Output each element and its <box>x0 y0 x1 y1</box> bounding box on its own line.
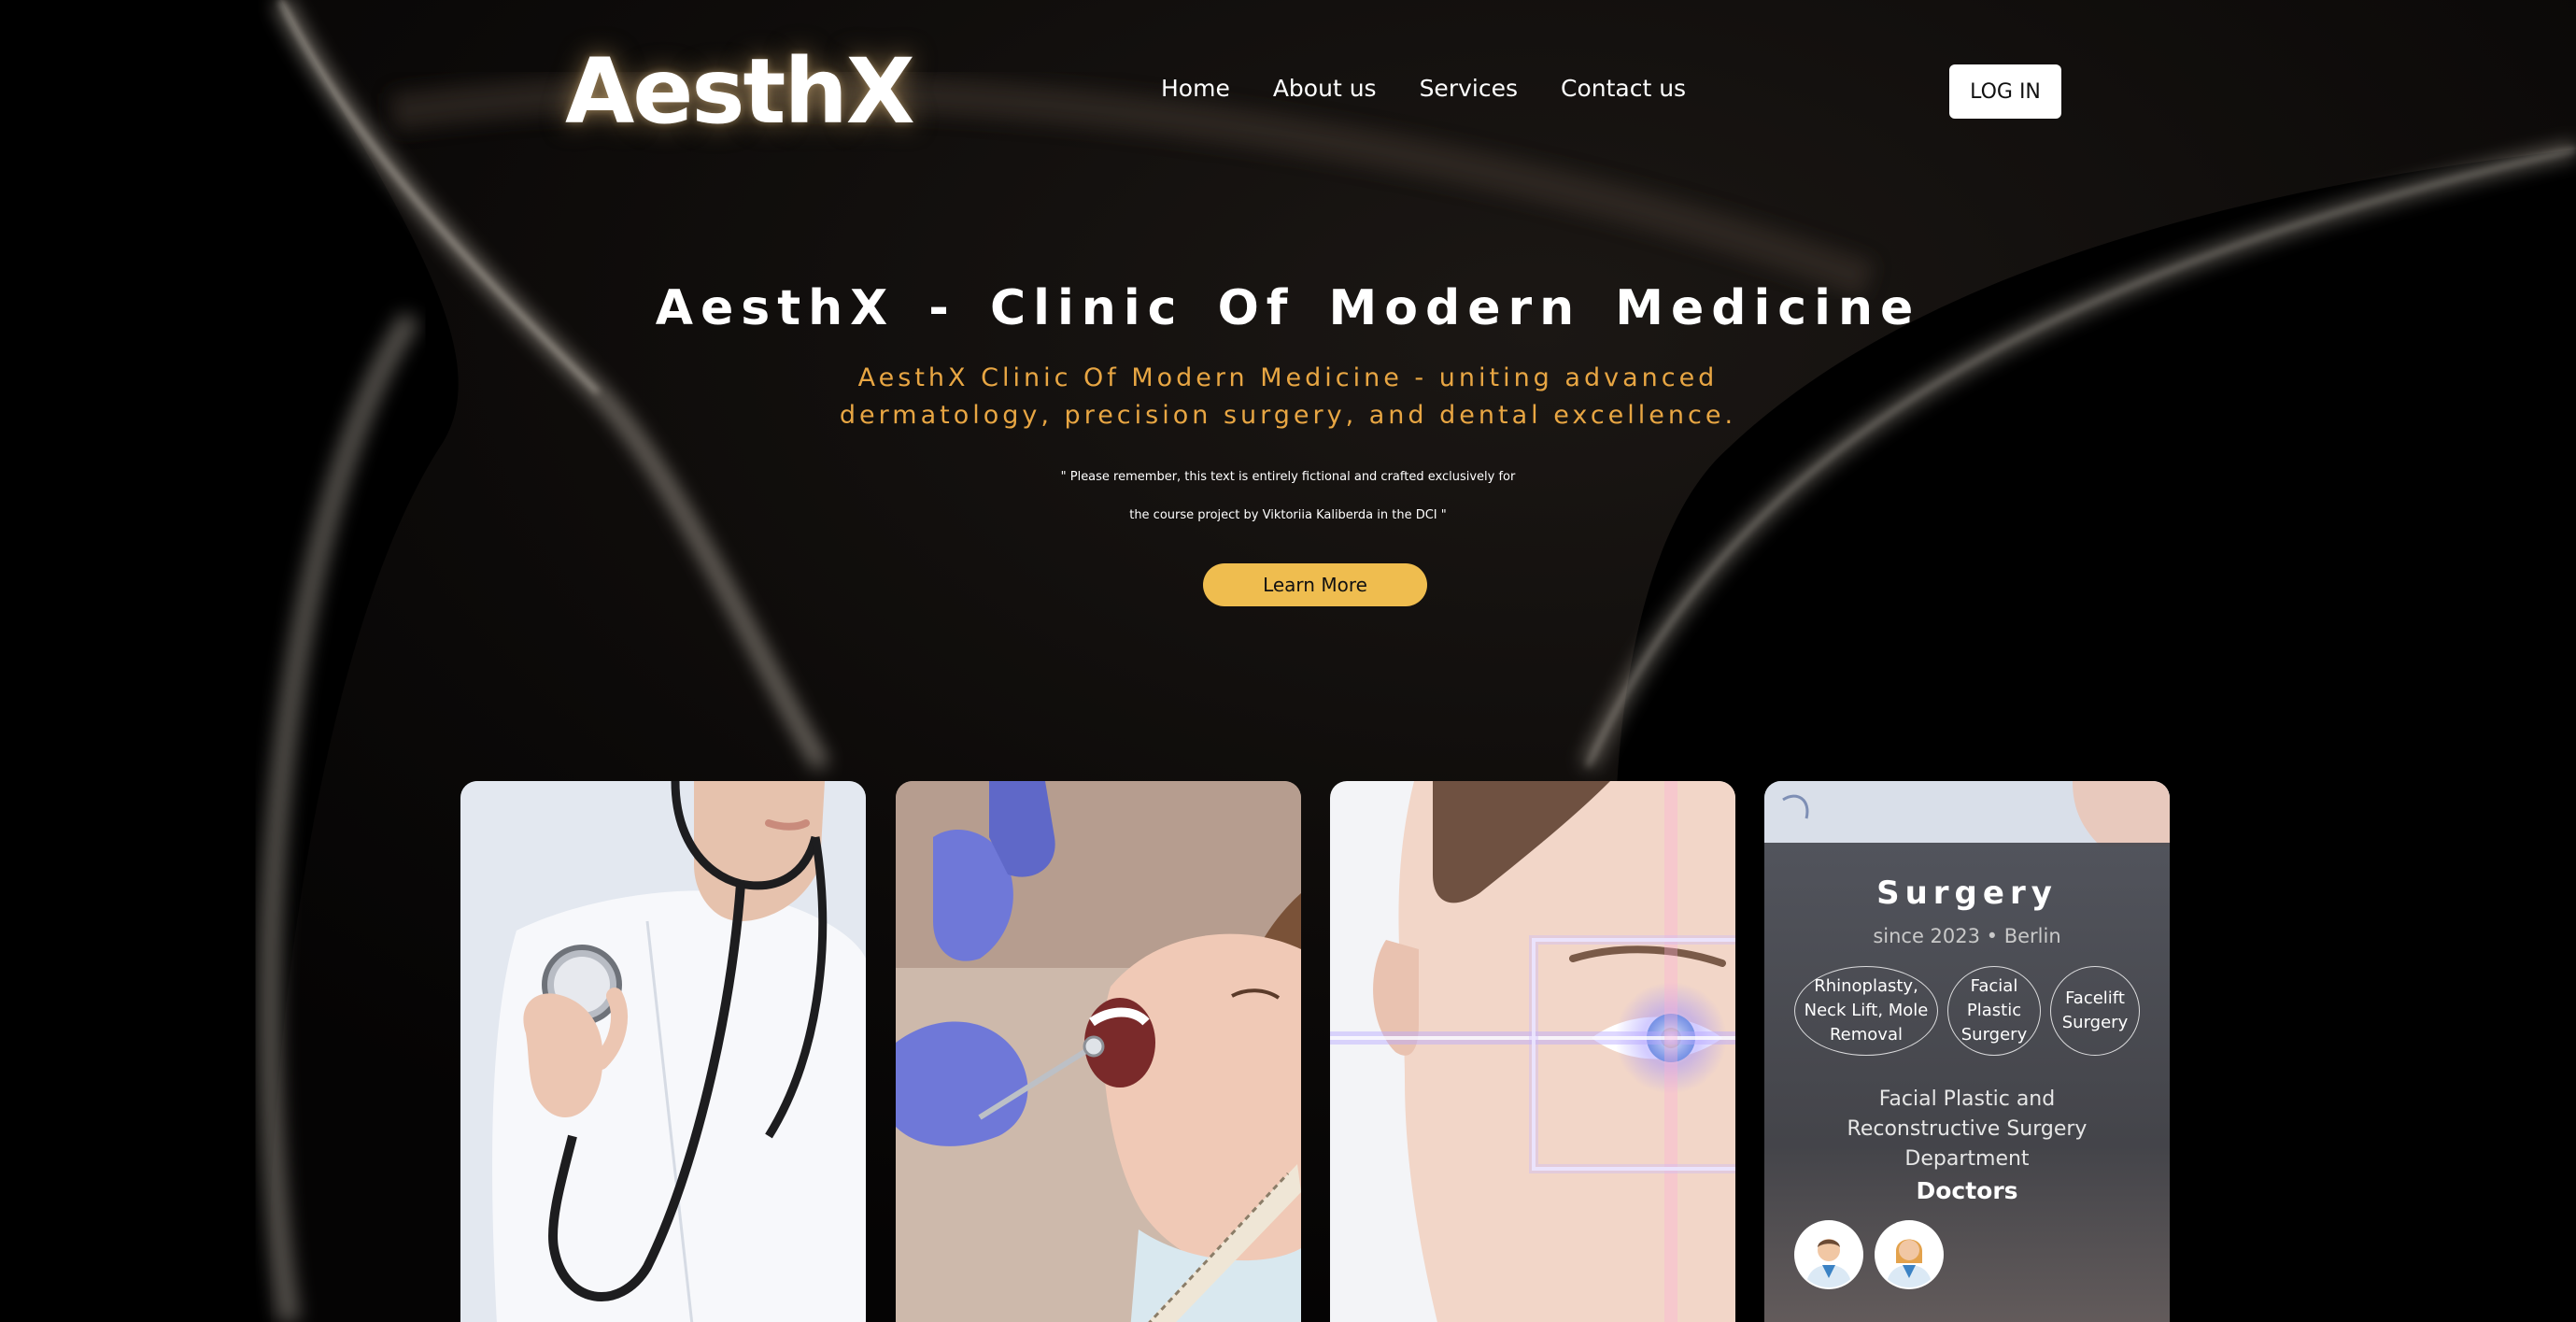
page: AesthX Home About us Services Contact us… <box>0 0 2576 1322</box>
tag-facial-plastic-surgery[interactable]: Facial Plastic Surgery <box>1947 966 2041 1056</box>
male-doctor-icon <box>1796 1222 1861 1287</box>
laser-eye-image <box>1330 781 1735 1322</box>
female-doctor-icon <box>1876 1222 1942 1287</box>
nav-contact-us[interactable]: Contact us <box>1561 75 1686 102</box>
main-nav: Home About us Services Contact us <box>1161 75 1686 102</box>
dental-exam-image <box>896 781 1301 1322</box>
card-dental-exam[interactable] <box>896 781 1301 1322</box>
male-doctor-avatar[interactable] <box>1794 1220 1863 1289</box>
tag-rhinoplasty[interactable]: Rhinoplasty, Neck Lift, Mole Removal <box>1794 966 1938 1056</box>
card-surgery[interactable]: Surgery since 2023 • Berlin Rhinoplasty,… <box>1764 781 2170 1322</box>
login-button[interactable]: LOG IN <box>1949 64 2061 119</box>
surgery-department: Facial Plastic and Reconstructive Surger… <box>1847 1087 2088 1171</box>
doctor-stethoscope-image <box>460 781 866 1322</box>
learn-more-button[interactable]: Learn More <box>1203 563 1427 606</box>
hero-disclaimer: " Please remember, this text is entirely… <box>1060 470 1516 522</box>
hero-subtitle: AesthX Clinic Of Modern Medicine - uniti… <box>839 363 1737 430</box>
surgery-since: since 2023 • Berlin <box>1873 925 2061 947</box>
surgery-title: Surgery <box>1876 874 2058 912</box>
nav-about-us[interactable]: About us <box>1273 75 1377 102</box>
card-laser-eye[interactable] <box>1330 781 1735 1322</box>
female-doctor-avatar[interactable] <box>1875 1220 1944 1289</box>
nav-services[interactable]: Services <box>1420 75 1518 102</box>
doctors-title: Doctors <box>1916 1177 2018 1204</box>
logo[interactable]: AesthX <box>565 39 915 144</box>
tag-facelift-surgery[interactable]: Facelift Surgery <box>2050 966 2140 1056</box>
card-doctor-stethoscope[interactable] <box>460 781 866 1322</box>
nav-home[interactable]: Home <box>1161 75 1230 102</box>
hero-title: AesthX - Clinic Of Modern Medicine <box>655 280 1921 336</box>
